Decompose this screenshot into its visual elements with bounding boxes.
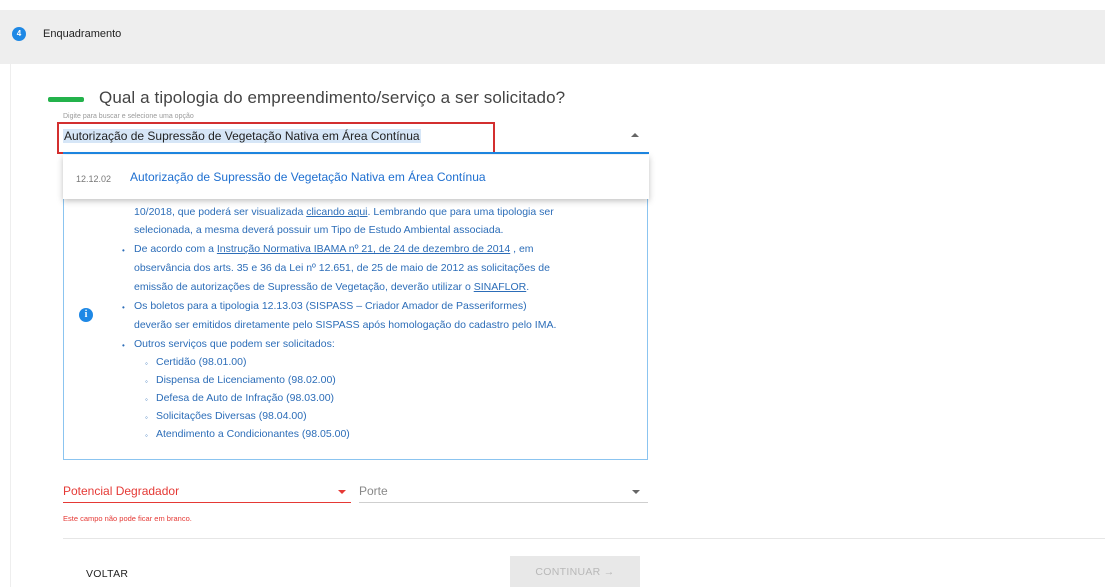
instrucao-normativa-link[interactable]: Instrução Normativa IBAMA nº 21, de 24 d… [217,243,510,255]
porte-underline [359,502,648,503]
info-line: selecionada, a mesma deverá possuir um T… [134,224,504,236]
continue-button[interactable]: CONTINUAR → [510,556,640,587]
back-button[interactable]: VOLTAR [76,560,136,588]
service-item: Solicitações Diversas (98.04.00) [156,410,307,422]
chevron-up-icon[interactable] [631,133,639,137]
select-hint: Digite para buscar e selecione uma opção [63,113,194,120]
sub-bullet-icon: ◦ [145,377,148,386]
info-line: emissão de autorizações de Supressão de … [134,281,530,293]
chevron-down-icon[interactable] [632,490,640,494]
info-line: Outros serviços que podem ser solicitado… [134,338,335,350]
sub-bullet-icon: ◦ [145,413,148,422]
option-code: 12.12.02 [76,174,112,184]
info-line: De acordo com a Instrução Normativa IBAM… [134,243,534,255]
bullet-icon: • [122,341,125,350]
divider [63,538,1105,539]
service-item: Dispensa de Licenciamento (98.02.00) [156,374,336,386]
potencial-degradador-select[interactable]: Potencial Degradador [63,484,179,498]
step-header [0,10,1105,64]
clicando-aqui-link[interactable]: clicando aqui [306,206,367,218]
info-line: 10/2018, que poderá ser visualizada clic… [134,206,554,218]
info-line: observância dos arts. 35 e 36 da Lei nº … [134,262,550,274]
option-label: Autorização de Supressão de Vegetação Na… [130,170,486,184]
info-line: Os boletos para a tipologia 12.13.03 (SI… [134,300,527,312]
step-rail [10,64,11,587]
sub-bullet-icon: ◦ [145,395,148,404]
info-icon: i [79,308,93,322]
bullet-icon: • [122,246,125,255]
bullet-icon: • [122,303,125,312]
potencial-error-text: Este campo não pode ficar em branco. [63,514,192,523]
service-item: Atendimento a Condicionantes (98.05.00) [156,428,350,440]
porte-select[interactable]: Porte [359,484,388,498]
sinaflor-link[interactable]: SINAFLOR [474,281,527,293]
tipologia-dropdown: 12.12.02 Autorização de Supressão de Veg… [63,155,649,199]
sub-bullet-icon: ◦ [145,359,148,368]
info-line: deverão ser emitidos diretamente pelo SI… [134,319,557,331]
dropdown-option[interactable]: 12.12.02 Autorização de Supressão de Veg… [63,155,649,199]
chevron-down-icon[interactable] [338,490,346,494]
question-marker [48,97,84,102]
service-item: Defesa de Auto de Infração (98.03.00) [156,392,335,404]
select-underline [63,152,649,154]
sub-bullet-icon: ◦ [145,431,148,440]
step-number-badge: 4 [12,27,26,41]
step-title: Enquadramento [43,28,122,40]
highlight-box [57,122,495,154]
service-item: Certidão (98.01.00) [156,356,247,368]
potencial-underline [63,502,351,503]
question-title: Qual a tipologia do empreendimento/servi… [99,88,566,107]
